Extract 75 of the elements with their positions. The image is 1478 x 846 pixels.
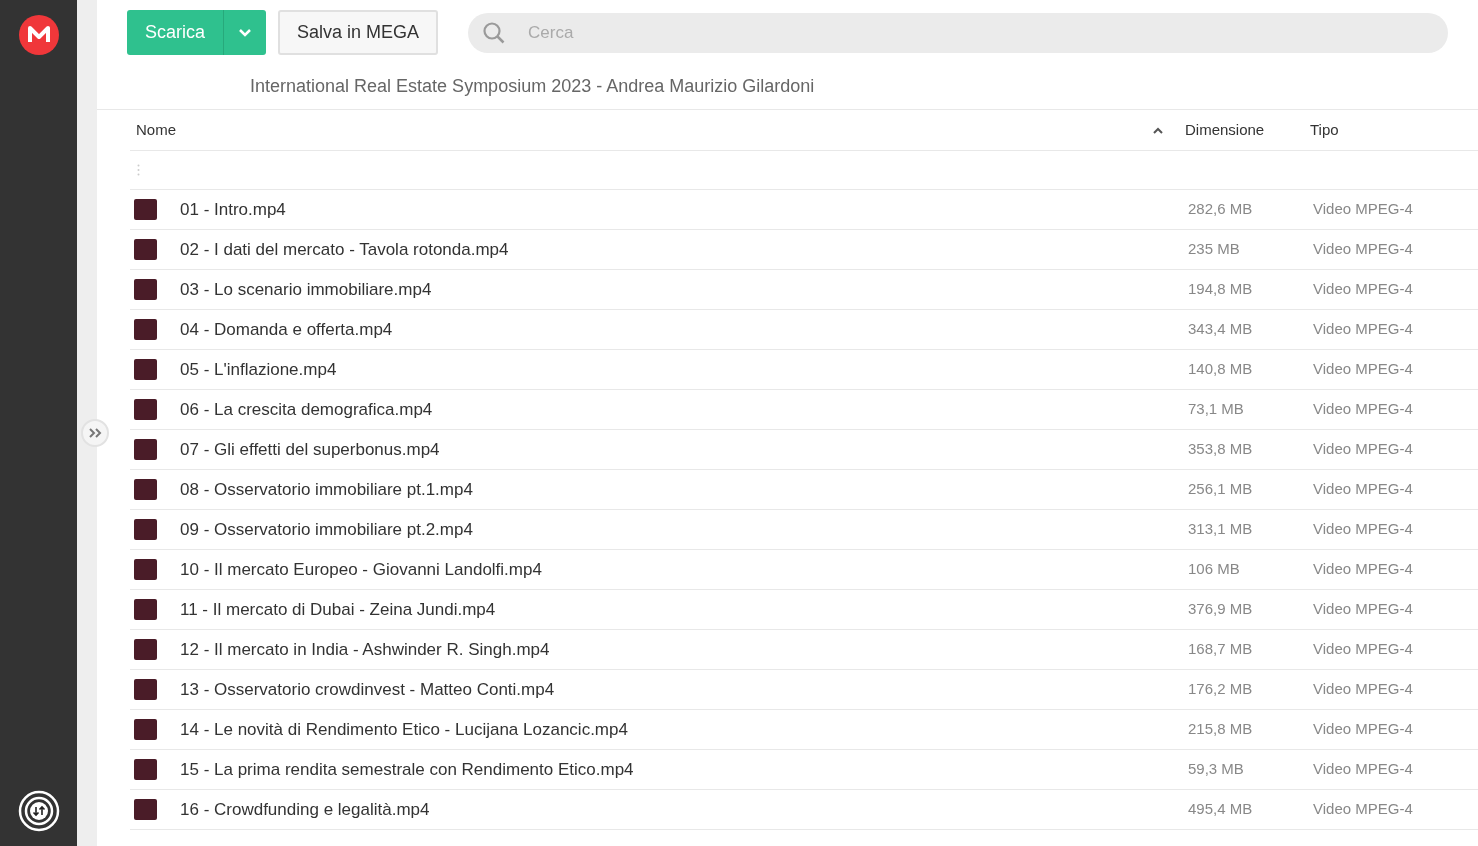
- mega-logo-icon[interactable]: [17, 14, 60, 56]
- file-size: 106 MB: [1188, 559, 1241, 580]
- file-size: 495,4 MB: [1188, 799, 1254, 820]
- file-size: 256,1 MB: [1188, 479, 1254, 500]
- file-name[interactable]: 16 - Crowdfunding e legalità.mp4: [180, 796, 1188, 823]
- file-type: Video MPEG-4: [1313, 799, 1414, 820]
- file-type: Video MPEG-4: [1313, 479, 1414, 500]
- video-thumbnail: [134, 239, 157, 260]
- column-header[interactable]: Tipo: [1310, 118, 1339, 142]
- file-name[interactable]: 11 - Il mercato di Dubai - Zeina Jundi.mp4: [180, 596, 1188, 623]
- file-name[interactable]: 13 - Osservatorio crowdinvest - Matteo Conti.mp4: [180, 676, 1188, 703]
- file-type: Video MPEG-4: [1313, 239, 1414, 260]
- file-type: Video MPEG-4: [1313, 559, 1414, 580]
- video-thumbnail: [134, 279, 157, 300]
- file-name[interactable]: 04 - Domanda e offerta.mp4: [180, 316, 1188, 343]
- file-size: 59,3 MB: [1188, 759, 1245, 780]
- file-size: 176,2 MB: [1188, 679, 1254, 700]
- video-thumbnail: [134, 439, 157, 460]
- file-size: 235 MB: [1188, 239, 1241, 260]
- file-size: 313,1 MB: [1188, 519, 1254, 540]
- column-header[interactable]: Dimensione: [1185, 118, 1265, 142]
- file-size: 376,9 MB: [1188, 599, 1254, 620]
- file-type: Video MPEG-4: [1313, 759, 1414, 780]
- file-type: Video MPEG-4: [1313, 719, 1414, 740]
- video-thumbnail: [134, 359, 157, 380]
- transfers-icon[interactable]: [17, 790, 60, 832]
- video-thumbnail: [134, 679, 157, 700]
- file-name[interactable]: 12 - Il mercato in India - Ashwinder R. Singh.mp4: [180, 636, 1188, 663]
- file-type: Video MPEG-4: [1313, 319, 1414, 340]
- file-name[interactable]: 02 - I dati del mercato - Tavola rotonda.mp4: [180, 236, 1188, 263]
- video-thumbnail: [134, 399, 157, 420]
- video-thumbnail: [134, 799, 157, 820]
- file-type: Video MPEG-4: [1313, 519, 1414, 540]
- file-type: Video MPEG-4: [1313, 639, 1414, 660]
- file-type: Video MPEG-4: [1313, 399, 1414, 420]
- video-thumbnail: [134, 599, 157, 620]
- folder-title: International Real Estate Symposium 2023 - Andrea Maurizio Gilardoni: [249, 75, 816, 98]
- video-thumbnail: [134, 759, 157, 780]
- video-thumbnail: [134, 519, 157, 540]
- save-to-mega-button[interactable]: Salva in MEGA: [278, 10, 439, 55]
- file-size: 140,8 MB: [1188, 359, 1254, 380]
- file-type: Video MPEG-4: [1313, 439, 1414, 460]
- file-size: 353,8 MB: [1188, 439, 1254, 460]
- file-name[interactable]: 07 - Gli effetti del superbonus.mp4: [180, 436, 1188, 463]
- file-size: 73,1 MB: [1188, 399, 1245, 420]
- file-type: Video MPEG-4: [1313, 359, 1414, 380]
- file-name[interactable]: 14 - Le novità di Rendimento Etico - Lucijana Lozancic.mp4: [180, 716, 1188, 743]
- file-size: 168,7 MB: [1188, 639, 1254, 660]
- file-name[interactable]: 03 - Lo scenario immobiliare.mp4: [180, 276, 1188, 303]
- file-name[interactable]: 01 - Intro.mp4: [180, 196, 1188, 223]
- file-type: Video MPEG-4: [1313, 599, 1414, 620]
- file-size: 343,4 MB: [1188, 319, 1254, 340]
- double-chevron-icon: [88, 428, 102, 438]
- video-thumbnail: [134, 319, 157, 340]
- video-thumbnail: [134, 719, 157, 740]
- video-thumbnail: [134, 479, 157, 500]
- file-name[interactable]: 09 - Osservatorio immobiliare pt.2.mp4: [180, 516, 1188, 543]
- file-type: Video MPEG-4: [1313, 279, 1414, 300]
- file-name[interactable]: 15 - La prima rendita semestrale con Rendimento Etico.mp4: [180, 756, 1188, 783]
- file-size: 282,6 MB: [1188, 199, 1254, 220]
- column-header[interactable]: Nome: [136, 118, 176, 142]
- file-name[interactable]: 05 - L'inflazione.mp4: [180, 356, 1188, 383]
- file-name[interactable]: 08 - Osservatorio immobiliare pt.1.mp4: [180, 476, 1188, 503]
- file-type: Video MPEG-4: [1313, 679, 1414, 700]
- file-size: 194,8 MB: [1188, 279, 1254, 300]
- sort-ascending-icon[interactable]: [1153, 126, 1163, 134]
- video-thumbnail: [134, 559, 157, 580]
- video-thumbnail: [134, 639, 157, 660]
- expand-sidebar-button[interactable]: [81, 419, 109, 447]
- file-name[interactable]: 06 - La crescita demografica.mp4: [180, 396, 1188, 423]
- file-name[interactable]: 10 - Il mercato Europeo - Giovanni Landolfi.mp4: [180, 556, 1188, 583]
- file-type: Video MPEG-4: [1313, 199, 1414, 220]
- search-field[interactable]: Cerca: [468, 12, 1448, 53]
- video-thumbnail: [134, 199, 157, 220]
- file-size: 215,8 MB: [1188, 719, 1254, 740]
